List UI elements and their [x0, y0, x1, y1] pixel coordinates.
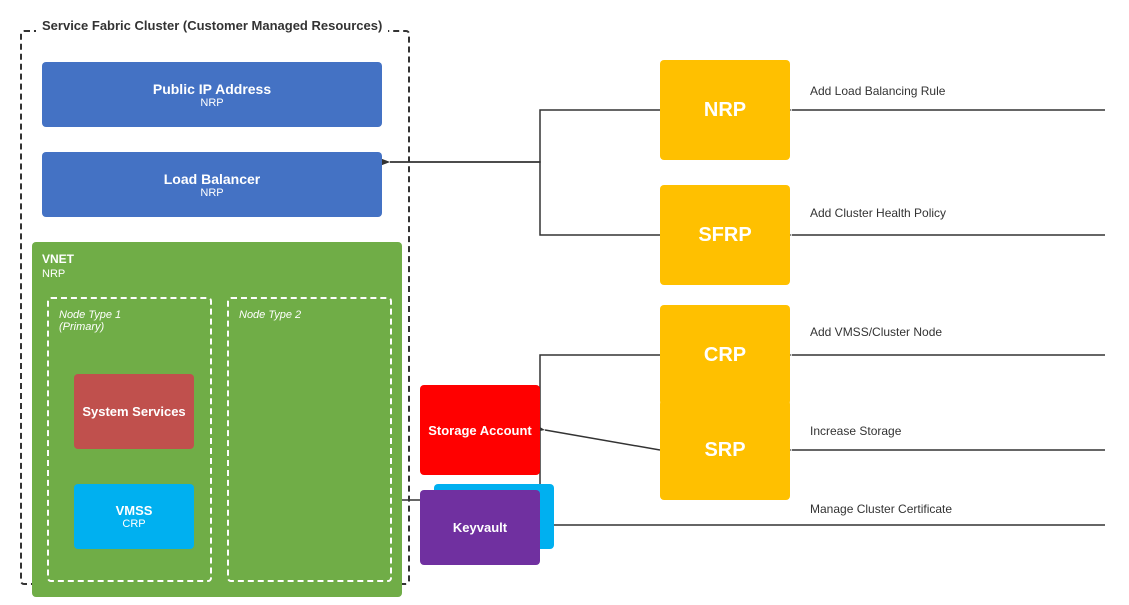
keyvault-title: Keyvault [453, 520, 507, 535]
keyvault-box: Keyvault [420, 490, 540, 565]
storage-account-title: Storage Account [428, 423, 532, 438]
sfrp-box: SFRP [660, 185, 790, 285]
node-type-1-label: Node Type 1(Primary) [59, 309, 121, 333]
crp-title: CRP [704, 344, 746, 367]
storage-account-box: Storage Account [420, 385, 540, 475]
vmss-crp-1-box: VMSS CRP [74, 484, 194, 549]
add-cluster-health-policy-label: Add Cluster Health Policy [810, 206, 946, 220]
add-load-balancing-rule-label: Add Load Balancing Rule [810, 84, 945, 98]
nrp-title: NRP [704, 99, 746, 122]
public-ip-title: Public IP Address [153, 81, 271, 97]
public-ip-box: Public IP Address NRP [42, 62, 382, 127]
outer-box-title: Service Fabric Cluster (Customer Managed… [36, 18, 388, 33]
node-type-1: Node Type 1(Primary) System Services VMS… [47, 297, 212, 582]
vmss1-sub: CRP [122, 518, 145, 530]
load-balancer-box: Load Balancer NRP [42, 152, 382, 217]
add-vmss-cluster-node-label: Add VMSS/Cluster Node [810, 325, 942, 339]
vmss1-title: VMSS [116, 503, 153, 518]
sfrp-title: SFRP [698, 224, 751, 247]
vnet-sub: NRP [42, 268, 392, 280]
system-services-title: System Services [82, 404, 185, 419]
lb-title: Load Balancer [164, 171, 260, 187]
public-ip-sub: NRP [200, 97, 223, 109]
outer-box: Service Fabric Cluster (Customer Managed… [20, 30, 410, 585]
node-type-2: Node Type 2 VMSS CRP [227, 297, 392, 582]
srp-title: SRP [704, 439, 745, 462]
manage-cluster-certificate-label: Manage Cluster Certificate [810, 502, 952, 516]
increase-storage-label: Increase Storage [810, 424, 901, 438]
vnet-title: VNET [42, 252, 392, 266]
lb-sub: NRP [200, 187, 223, 199]
crp-box: CRP [660, 305, 790, 405]
nrp-box: NRP [660, 60, 790, 160]
diagram-container: Service Fabric Cluster (Customer Managed… [10, 10, 1119, 595]
node-type-2-label: Node Type 2 [239, 309, 301, 321]
srp-box: SRP [660, 400, 790, 500]
system-services-box: System Services [74, 374, 194, 449]
vnet-box: VNET NRP Node Type 1(Primary) System Ser… [32, 242, 402, 597]
